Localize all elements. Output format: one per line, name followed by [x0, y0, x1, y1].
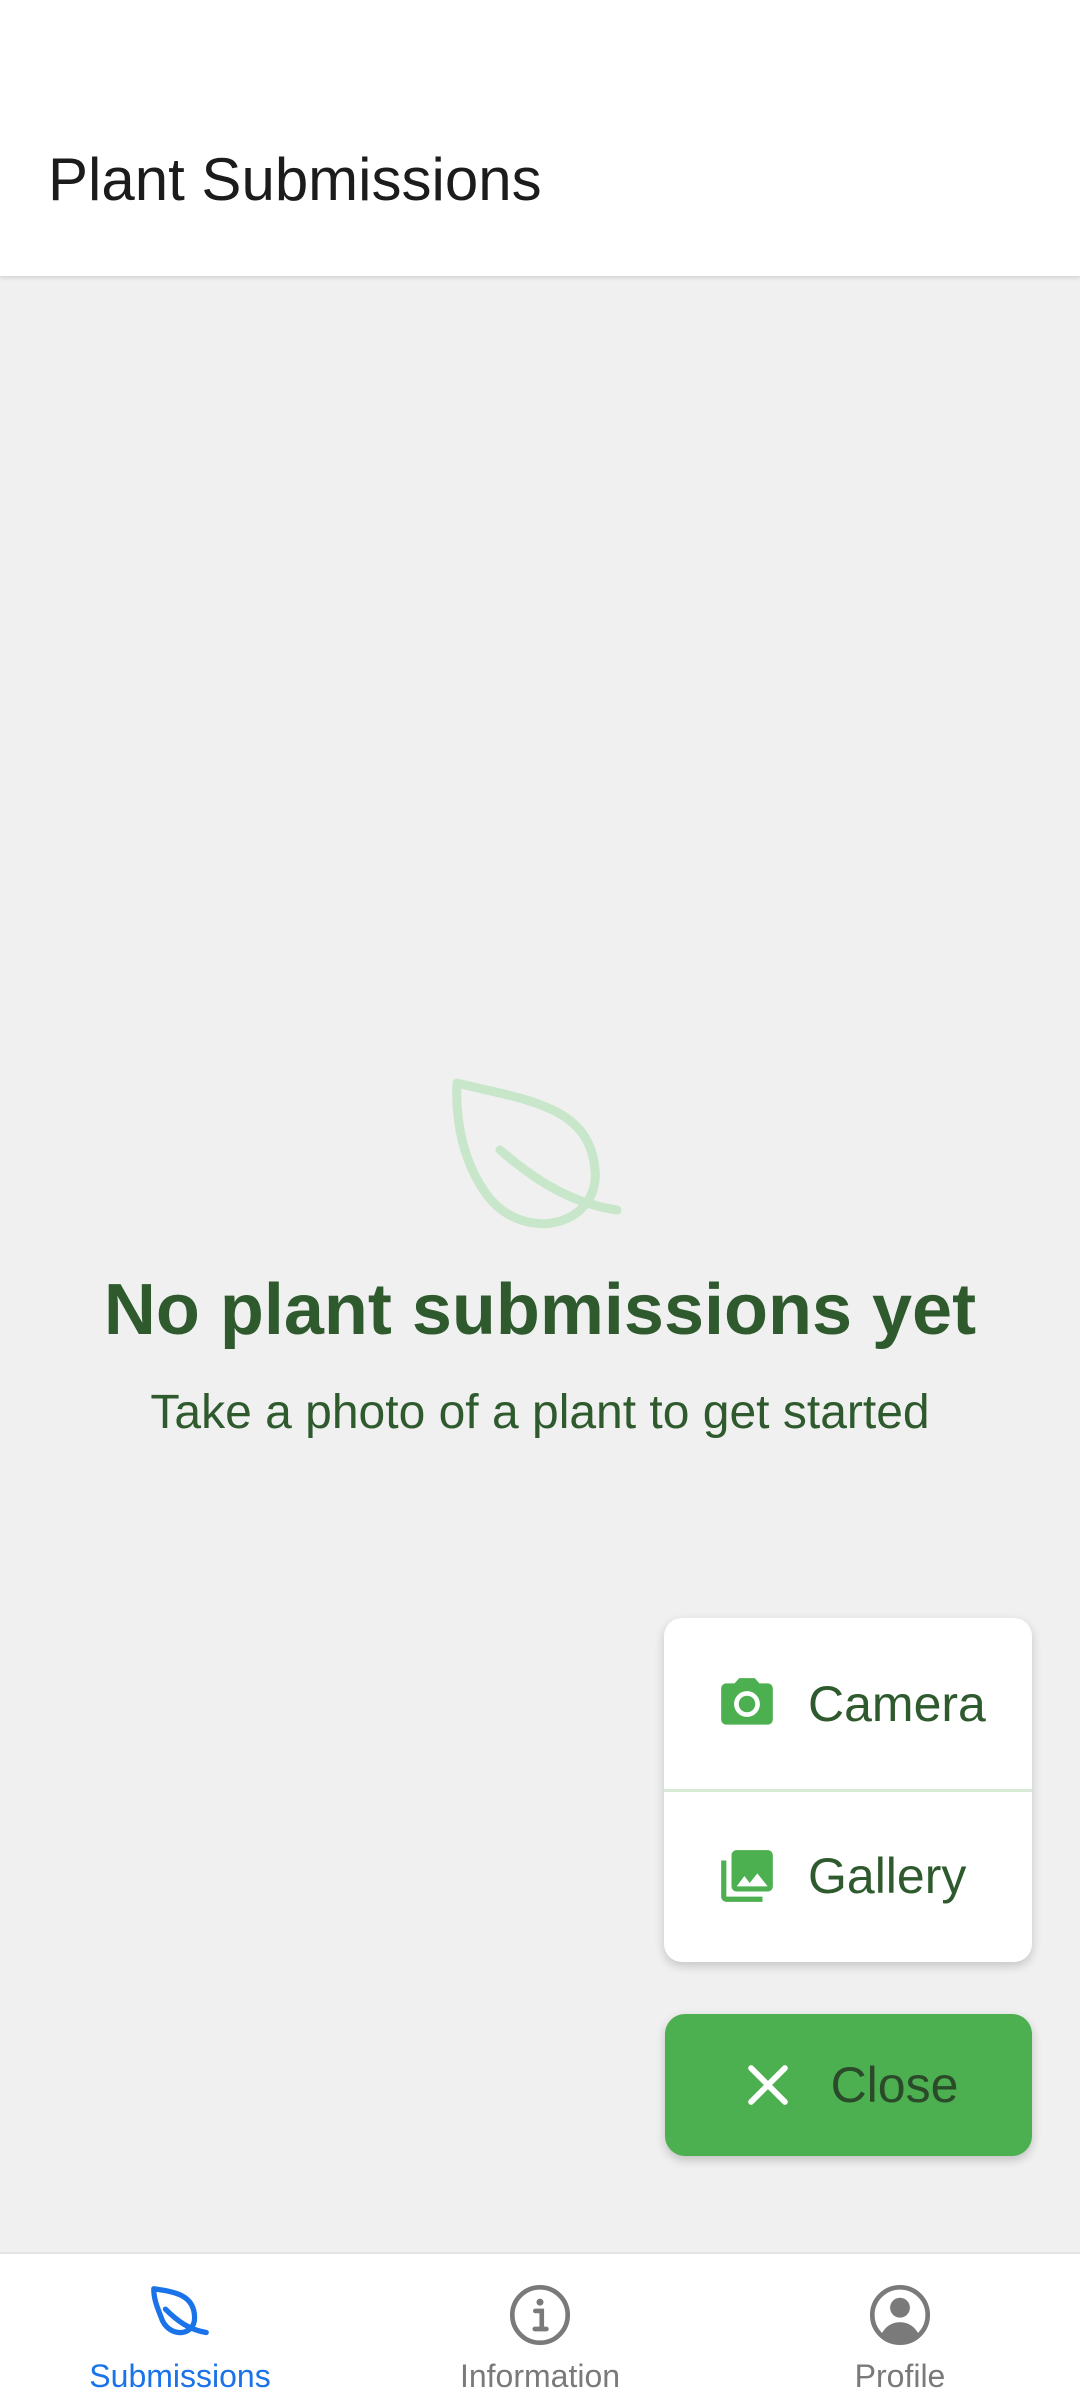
leaf-icon	[151, 2286, 209, 2336]
nav-item-information[interactable]: Information	[360, 2254, 720, 2402]
bottom-navigation: Submissions Information Profile	[0, 2252, 1080, 2402]
close-button[interactable]: Close	[665, 2014, 1032, 2156]
leaf-icon	[452, 1078, 622, 1228]
info-icon	[509, 2284, 571, 2346]
fab-speed-dial-menu: Camera Gallery	[664, 1618, 1032, 1962]
nav-label-submissions: Submissions	[89, 2358, 271, 2394]
camera-icon	[721, 1677, 773, 1725]
close-label: Close	[830, 2057, 959, 2113]
gallery-button[interactable]: Gallery	[664, 1789, 1032, 1960]
camera-label: Camera	[808, 1675, 986, 1732]
close-icon	[747, 2065, 788, 2105]
nav-item-profile[interactable]: Profile	[720, 2254, 1080, 2402]
nav-item-submissions[interactable]: Submissions	[0, 2254, 360, 2402]
empty-state-title: No plant submissions yet	[103, 1270, 977, 1350]
gallery-icon	[721, 1850, 773, 1902]
nav-label-information: Information	[459, 2358, 621, 2394]
top-app-bar: Plant Submissions	[0, 0, 1080, 276]
camera-button[interactable]: Camera	[664, 1618, 1032, 1789]
page-title: Plant Submissions	[48, 146, 542, 213]
gallery-label: Gallery	[808, 1848, 967, 1904]
account-circle-icon	[869, 2284, 931, 2346]
empty-state: No plant submissions yet Take a photo of…	[0, 1075, 1080, 1443]
empty-state-subtitle: Take a photo of a plant to get started	[150, 1386, 930, 1439]
nav-label-profile: Profile	[854, 2358, 946, 2394]
